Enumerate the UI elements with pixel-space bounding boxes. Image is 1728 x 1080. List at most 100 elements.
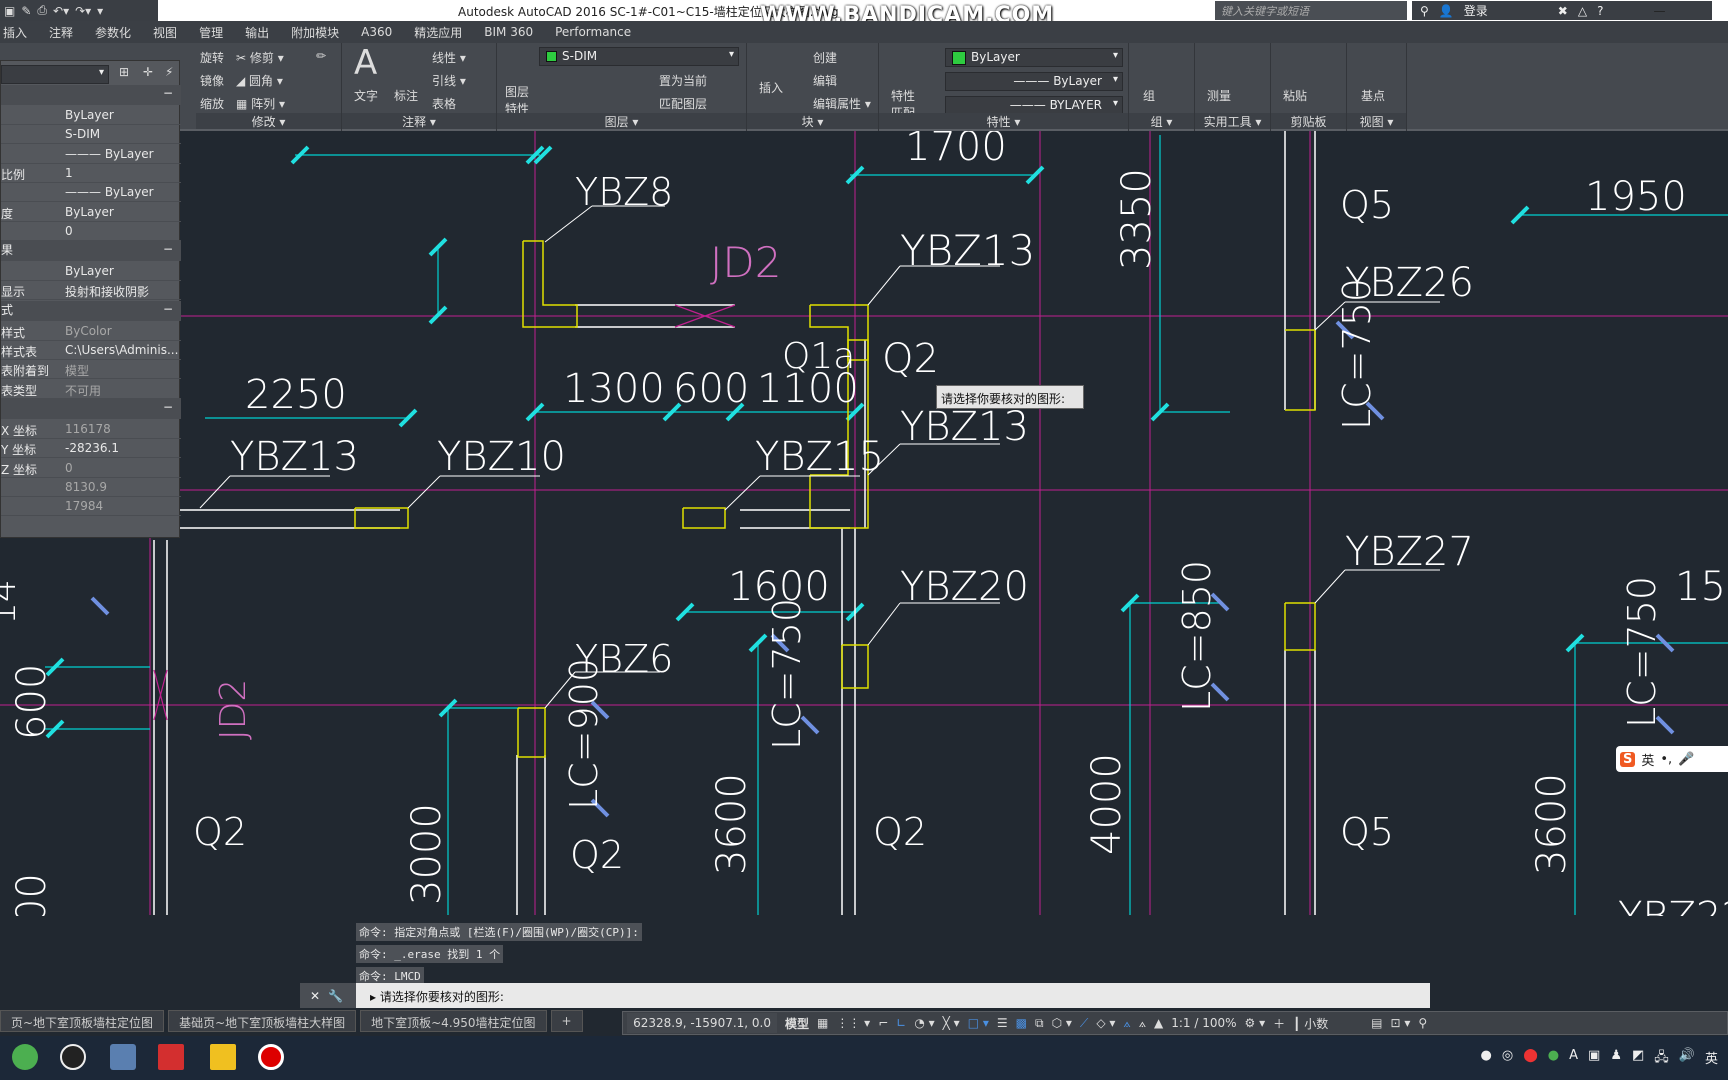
- ribbon-tab[interactable]: A360: [361, 25, 392, 39]
- lineweight-icon[interactable]: ☰: [997, 1016, 1008, 1030]
- auto-scale-icon[interactable]: ⟑: [1139, 1016, 1146, 1031]
- polar-icon[interactable]: ◔ ▾: [914, 1016, 934, 1030]
- exchange-icon[interactable]: ✖: [1558, 4, 1568, 18]
- toggle-pickadd-icon[interactable]: ⊞: [119, 65, 129, 79]
- collapse-icon[interactable]: −: [163, 242, 173, 256]
- match-layer-button[interactable]: 匹配图层: [659, 95, 707, 112]
- ime-toolbar[interactable]: S 英 •, 🎤: [1616, 746, 1728, 772]
- layout-tab[interactable]: +: [550, 1010, 583, 1032]
- property-row[interactable]: 表类型 不可用: [1, 380, 181, 399]
- app-icon[interactable]: ▣: [1588, 1048, 1600, 1070]
- record-icon[interactable]: ⬤: [1523, 1048, 1538, 1070]
- ribbon-tab[interactable]: 附加模块: [291, 24, 339, 41]
- wrench-icon[interactable]: 🔧: [328, 989, 343, 1003]
- text-icon[interactable]: A: [354, 43, 377, 83]
- property-row[interactable]: 表附着到 模型: [1, 360, 181, 380]
- property-row[interactable]: 显示 投射和接收阴影: [1, 281, 181, 301]
- property-row[interactable]: 样式 ByColor: [1, 322, 181, 341]
- scale-button[interactable]: 缩放: [200, 95, 224, 112]
- edit-attributes-button[interactable]: 编辑属性 ▾: [813, 95, 871, 112]
- property-row[interactable]: ——— ByLayer: [1, 145, 181, 164]
- make-current-button[interactable]: 置为当前: [659, 72, 707, 89]
- qq-icon[interactable]: [60, 1044, 86, 1070]
- ribbon-tab[interactable]: 注释: [49, 24, 73, 41]
- undo-icon[interactable]: ↶▾: [53, 4, 69, 18]
- ribbon-tab[interactable]: Performance: [555, 25, 631, 39]
- gear-icon[interactable]: ⚙ ▾: [1245, 1016, 1266, 1030]
- ime-tray[interactable]: 英: [1705, 1048, 1718, 1070]
- property-row[interactable]: ByLayer: [1, 262, 181, 282]
- units-dropdown[interactable]: ┃ 小数: [1293, 1015, 1363, 1032]
- ribbon-tab[interactable]: 输出: [245, 24, 269, 41]
- object-type-dropdown[interactable]: [1, 65, 109, 84]
- text-button[interactable]: 文字: [354, 87, 378, 104]
- binoculars-icon[interactable]: ⚲: [1420, 4, 1429, 18]
- ribbon-tab[interactable]: 精选应用: [414, 24, 462, 41]
- winrar-icon[interactable]: [110, 1044, 136, 1070]
- trim-button[interactable]: ✂ 修剪 ▾: [236, 49, 284, 66]
- login-button[interactable]: 登录: [1464, 2, 1488, 19]
- saveas-icon[interactable]: ✎: [21, 4, 31, 18]
- layer-dropdown[interactable]: S-DIM: [539, 47, 739, 66]
- property-row[interactable]: 样式表 C:\Users\Adminis...: [1, 341, 181, 360]
- linetype-dropdown[interactable]: ——— ByLayer: [945, 72, 1123, 91]
- property-row[interactable]: X 坐标 116178: [1, 420, 181, 439]
- mirror-button[interactable]: 镜像: [200, 72, 224, 89]
- select-objects-icon[interactable]: ✛: [143, 65, 153, 79]
- annotation-visibility-icon[interactable]: ⟑: [1123, 1016, 1130, 1031]
- rotate-button[interactable]: 旋转: [200, 49, 224, 66]
- layout-tab[interactable]: 基础页~地下室顶板墙柱大样图: [168, 1010, 357, 1032]
- browser-tray-icon[interactable]: ●: [1548, 1048, 1559, 1070]
- property-row[interactable]: Y 坐标 -28236.1: [1, 439, 181, 459]
- dynamic-ucs-icon[interactable]: ⟋: [1080, 1016, 1088, 1031]
- notepad-icon[interactable]: [210, 1044, 236, 1070]
- transparency-icon[interactable]: ▩: [1016, 1016, 1027, 1030]
- camera-icon[interactable]: ◎: [1502, 1048, 1513, 1070]
- property-row[interactable]: ByLayer: [1, 106, 181, 125]
- ribbon-tab[interactable]: 视图: [153, 24, 177, 41]
- gizmo-icon[interactable]: ◇ ▾: [1096, 1016, 1115, 1030]
- create-block-button[interactable]: 创建: [813, 49, 837, 66]
- erase-icon[interactable]: ✏: [316, 49, 326, 63]
- layout-tab[interactable]: 地下室顶板~4.950墙柱定位图: [360, 1010, 547, 1032]
- autocad-icon[interactable]: [158, 1044, 184, 1070]
- close-icon[interactable]: ✕: [310, 989, 320, 1003]
- property-row[interactable]: 比例 1: [1, 164, 181, 183]
- help-icon[interactable]: ?: [1597, 4, 1603, 18]
- ribbon-tab[interactable]: 管理: [199, 24, 223, 41]
- property-row[interactable]: ——— ByLayer: [1, 183, 181, 203]
- quick-properties-icon[interactable]: ▤: [1371, 1016, 1382, 1030]
- plus-icon[interactable]: ＋: [1273, 1015, 1285, 1032]
- redo-icon[interactable]: ↷▾: [75, 4, 91, 18]
- nvidia-icon[interactable]: ◩: [1632, 1048, 1644, 1070]
- ortho-icon[interactable]: ∟: [896, 1016, 906, 1030]
- property-row[interactable]: 0: [1, 222, 181, 241]
- properties-section-header[interactable]: −: [1, 85, 181, 105]
- prompt-icon[interactable]: ▸: [370, 990, 376, 1004]
- layout-tab[interactable]: 页~地下室顶板墙柱定位图: [0, 1010, 165, 1032]
- quick-select-icon[interactable]: ⚡: [165, 65, 173, 79]
- minimize-button[interactable]: —: [1653, 4, 1665, 18]
- network-icon[interactable]: 🖧: [1654, 1048, 1669, 1070]
- bandicam-icon[interactable]: [258, 1044, 284, 1070]
- a360-icon[interactable]: △: [1578, 4, 1587, 18]
- isolate-icon[interactable]: ⚲: [1418, 1016, 1427, 1030]
- drawing-canvas[interactable]: YBZ8JD2 YBZ13Q1a Q21300 600 11002250YBZ13 YBZ…: [0, 131, 1728, 916]
- dimension-button[interactable]: 标注: [394, 87, 418, 104]
- autodesk-icon[interactable]: A: [1569, 1048, 1578, 1070]
- grid-icon[interactable]: ▦: [817, 1016, 828, 1030]
- annotation-scale-icon[interactable]: ▲: [1154, 1016, 1163, 1030]
- infer-icon[interactable]: ⌐: [878, 1016, 888, 1030]
- color-dropdown[interactable]: ByLayer: [945, 48, 1123, 67]
- properties-section-header[interactable]: 式 −: [1, 300, 181, 321]
- edit-block-button[interactable]: 编辑: [813, 72, 837, 89]
- property-row[interactable]: 度 ByLayer: [1, 203, 181, 222]
- array-button[interactable]: ▦ 阵列 ▾: [236, 95, 285, 112]
- isodraft-icon[interactable]: ╳ ▾: [943, 1016, 960, 1030]
- save-icon[interactable]: ▣: [4, 4, 15, 18]
- paste-button[interactable]: 粘贴: [1283, 87, 1307, 104]
- base-point-button[interactable]: 基点: [1361, 87, 1385, 104]
- 3d-osnap-icon[interactable]: ⬡ ▾: [1052, 1016, 1072, 1030]
- properties-section-header[interactable]: −: [1, 398, 181, 419]
- leader-button[interactable]: 引线 ▾: [432, 72, 466, 89]
